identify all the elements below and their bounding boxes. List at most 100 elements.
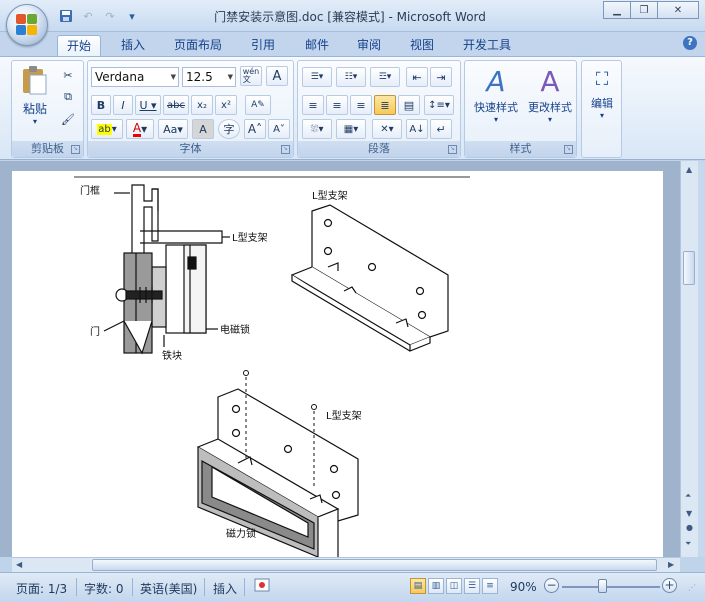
character-shading-button[interactable]: A	[192, 119, 214, 139]
bullets-button[interactable]: ☰▾	[302, 67, 332, 87]
grow-font-button[interactable]: A˄	[244, 119, 266, 139]
undo-icon[interactable]: ↶	[78, 7, 98, 25]
numbering-button[interactable]: ☷▾	[336, 67, 366, 87]
close-button[interactable]: ✕	[657, 1, 699, 19]
previous-page-icon[interactable]: ⏶	[685, 491, 691, 501]
clipboard-launcher-icon[interactable]: ↘	[71, 145, 80, 154]
zoom-slider-knob[interactable]	[598, 579, 607, 593]
editing-button[interactable]: ⛶ 编辑 ▾	[584, 65, 620, 120]
word-count[interactable]: 字数: 0	[84, 580, 124, 597]
paste-button[interactable]: 粘贴 ▾	[18, 65, 52, 126]
justify-button[interactable]: ≣	[374, 95, 396, 115]
window-title: 门禁安装示意图.doc [兼容模式] - Microsoft Word	[214, 10, 486, 24]
align-center-button[interactable]: ≡	[326, 95, 348, 115]
format-painter-icon[interactable]: 🖌	[58, 109, 78, 129]
clear-formatting-button[interactable]: A✎	[245, 95, 271, 115]
shading-button[interactable]: ⛆▾	[302, 119, 332, 139]
tab-mailings[interactable]: 邮件	[296, 35, 338, 56]
language-indicator[interactable]: 英语(美国)	[140, 580, 197, 597]
zoom-in-icon[interactable]: +	[662, 578, 677, 593]
distributed-button[interactable]: ▤	[398, 95, 420, 115]
align-left-button[interactable]: ≡	[302, 95, 324, 115]
font-group: Verdana ▼ 12.5 ▼ wén 文 A B I U ▾ abc x₂ x² …	[87, 60, 294, 158]
borders-button[interactable]: ▦▾	[336, 119, 366, 139]
bold-button[interactable]: B	[91, 95, 111, 115]
multilevel-list-button[interactable]: ☲▾	[370, 67, 400, 87]
insert-mode[interactable]: 插入	[213, 580, 237, 597]
highlight-color-button[interactable]: ab ▾	[91, 119, 123, 139]
font-color-button[interactable]: A ▾	[126, 119, 154, 139]
align-right-button[interactable]: ≡	[350, 95, 372, 115]
phonetic-guide-button[interactable]: wén 文	[240, 66, 262, 86]
office-button[interactable]	[6, 4, 48, 46]
enclose-characters-button[interactable]: 字	[218, 119, 240, 139]
scroll-left-icon[interactable]: ◀	[16, 560, 22, 569]
styles-group: A 快速样式 ▾ A 更改样式 ▾ 样式 ↘	[464, 60, 577, 158]
next-page-icon[interactable]: ⏷	[685, 539, 691, 549]
restore-button[interactable]: ❐	[630, 1, 658, 19]
decrease-indent-button[interactable]: ⇤	[406, 67, 428, 87]
macro-record-icon[interactable]	[254, 577, 270, 596]
full-screen-reading-view-icon[interactable]: ▥	[428, 578, 444, 594]
redo-icon[interactable]: ↷	[100, 7, 120, 25]
tab-review[interactable]: 审阅	[348, 35, 390, 56]
customize-qat-icon[interactable]: ▾	[122, 7, 142, 25]
font-name-combo[interactable]: Verdana ▼	[91, 67, 179, 87]
italic-button[interactable]: I	[113, 95, 133, 115]
binoculars-icon: ⛶	[595, 69, 609, 90]
horizontal-scrollbar[interactable]: ◀ ▶	[12, 557, 680, 572]
chinese-layout-button[interactable]: ✕▾	[372, 119, 402, 139]
font-launcher-icon[interactable]: ↘	[281, 145, 290, 154]
change-styles-button[interactable]: A 更改样式 ▾	[523, 65, 577, 124]
underline-button[interactable]: U ▾	[135, 95, 161, 115]
character-border-button[interactable]: A	[266, 66, 288, 86]
zoom-out-icon[interactable]: −	[544, 578, 559, 593]
scroll-up-icon[interactable]: ▲	[686, 165, 692, 174]
vertical-scrollbar[interactable]: ▲ ▼ ⏶ ● ⏷	[680, 161, 698, 557]
copy-icon[interactable]: ⧉	[58, 87, 78, 107]
tab-insert[interactable]: 插入	[112, 35, 154, 56]
shrink-font-button[interactable]: A˅	[268, 119, 290, 139]
paragraph-launcher-icon[interactable]: ↘	[448, 145, 457, 154]
scroll-right-icon[interactable]: ▶	[668, 560, 674, 569]
zoom-slider-track[interactable]	[562, 586, 660, 588]
tab-view[interactable]: 视图	[401, 35, 443, 56]
document-page[interactable]: 门框 L型支架 门 电磁锁 铁块 L型支架 L型支架 磁力锁	[12, 171, 663, 557]
superscript-button[interactable]: x²	[215, 95, 237, 115]
minimize-button[interactable]: ▁	[603, 1, 631, 19]
label-l-bracket-top: L型支架	[312, 189, 348, 202]
web-layout-view-icon[interactable]: ◫	[446, 578, 462, 594]
help-icon[interactable]: ?	[683, 36, 697, 50]
scroll-down-icon[interactable]: ▼	[686, 509, 692, 518]
label-iron-block: 铁块	[162, 349, 182, 362]
paragraph-group: ☰▾ ☷▾ ☲▾ ⇤ ⇥ ≡ ≡ ≡ ≣ ▤ ↕≡▾ ⛆▾ ▦▾ ✕▾ A↓ ↵…	[297, 60, 461, 158]
increase-indent-button[interactable]: ⇥	[430, 67, 452, 87]
resize-grip-icon[interactable]: ⋰	[688, 583, 696, 592]
quick-styles-button[interactable]: A 快速样式 ▾	[469, 65, 523, 124]
title-bar: ↶ ↷ ▾ 门禁安装示意图.doc [兼容模式] - Microsoft Wor…	[0, 0, 705, 32]
tab-home[interactable]: 开始	[57, 35, 101, 56]
horizontal-scroll-thumb[interactable]	[92, 559, 657, 571]
page-indicator[interactable]: 页面: 1/3	[16, 580, 67, 597]
line-spacing-button[interactable]: ↕≡▾	[424, 95, 454, 115]
font-size-combo[interactable]: 12.5 ▼	[182, 67, 236, 87]
print-layout-view-icon[interactable]: ▤	[410, 578, 426, 594]
cut-icon[interactable]: ✂	[58, 65, 78, 85]
browse-object-icon[interactable]: ●	[686, 523, 693, 532]
sort-button[interactable]: A↓	[406, 119, 428, 139]
save-icon[interactable]	[56, 7, 76, 25]
outline-view-icon[interactable]: ☰	[464, 578, 480, 594]
zoom-level[interactable]: 90%	[510, 580, 537, 594]
subscript-button[interactable]: x₂	[191, 95, 213, 115]
show-marks-button[interactable]: ↵	[430, 119, 452, 139]
styles-launcher-icon[interactable]: ↘	[564, 145, 573, 154]
change-case-button[interactable]: Aa ▾	[158, 119, 188, 139]
vertical-scroll-thumb[interactable]	[683, 251, 695, 285]
tab-page-layout[interactable]: 页面布局	[166, 35, 230, 56]
quick-access-toolbar: ↶ ↷ ▾	[56, 6, 142, 26]
tab-references[interactable]: 引用	[242, 35, 284, 56]
label-l-bracket-bottom: L型支架	[326, 409, 362, 422]
tab-developer[interactable]: 开发工具	[455, 35, 519, 56]
strikethrough-button[interactable]: abc	[163, 95, 189, 115]
draft-view-icon[interactable]: ≡	[482, 578, 498, 594]
